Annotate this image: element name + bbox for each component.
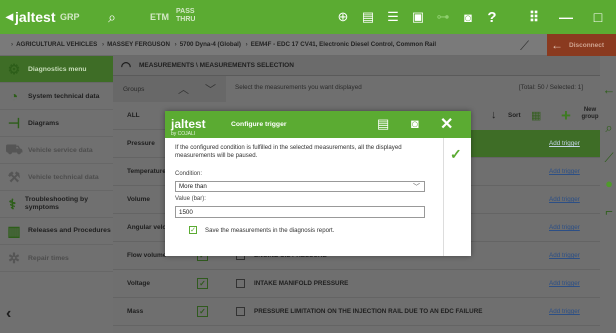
check-circle-icon[interactable]: ●: [602, 176, 616, 191]
procedures-icon: ▥: [7, 222, 21, 239]
grid-icon[interactable]: ⠿: [518, 0, 550, 34]
jaltest-logo: ◂ jaltest: [6, 8, 56, 25]
group-checkbox[interactable]: ✓: [197, 306, 208, 317]
page-title: ◠ MEASUREMENTS \ MEASUREMENTS SELECTION: [113, 56, 600, 76]
camera-icon[interactable]: ◙: [458, 8, 478, 26]
link-icon[interactable]: ⊶: [433, 8, 453, 26]
breadcrumb-item[interactable]: EEM4F - EDC 17 CV41, Electronic Diesel C…: [251, 41, 436, 48]
minimize-icon[interactable]: —: [550, 0, 582, 34]
confirm-check-icon[interactable]: ✓: [450, 146, 462, 163]
pass-thru-button[interactable]: PASS THRU: [176, 8, 198, 24]
diagram-icon: ⊣: [7, 114, 21, 131]
measurement-row[interactable]: INTAKE MANIFOLD PRESSURE Add trigger: [226, 270, 600, 298]
save-measurements-label: Save the measurements in the diagnosis r…: [205, 227, 335, 234]
sort-arrow-icon[interactable]: ↓: [491, 109, 497, 121]
diagnostics-icon: ⚙: [7, 60, 21, 77]
nav-troubleshooting[interactable]: ⚕ Troubleshooting by symptoms: [0, 191, 113, 218]
nav-system-technical-data[interactable]: ◔ System technical data: [0, 83, 113, 110]
selection-count: [Total: 50 / Selected: 1]: [519, 84, 584, 91]
condition-select[interactable]: More than ﹀: [175, 181, 425, 192]
chevron-up-icon[interactable]: ︿: [178, 81, 189, 97]
plus-icon[interactable]: +: [561, 106, 571, 126]
search-icon[interactable]: ⌕: [602, 120, 616, 136]
chart-icon[interactable]: ⟋: [602, 150, 616, 166]
left-nav: ⚙ Diagnostics menu ◔ System technical data…: [0, 56, 113, 333]
configure-trigger-dialog: jaltest by COJALI Configure trigger ▤ ◙ ✕…: [165, 111, 471, 256]
nav-repair-times[interactable]: ✲ Repair times: [0, 245, 113, 272]
sort-button[interactable]: Sort: [508, 112, 521, 119]
dialog-description: If the configured condition is fulfilled…: [175, 144, 402, 159]
add-trigger-link[interactable]: Add trigger: [549, 140, 580, 147]
dialog-body: If the configured condition is fulfilled…: [165, 138, 443, 256]
back-arrow-icon[interactable]: ‹: [6, 305, 11, 323]
save-measurements-checkbox[interactable]: ✓: [189, 226, 197, 234]
gauge-icon: ◠: [120, 58, 132, 73]
gauge-icon: ◔: [9, 88, 19, 104]
select-instructions: Select the measurements you want display…: [235, 84, 362, 91]
car-icon: ⛟: [5, 140, 23, 157]
camera-icon[interactable]: ◙: [411, 116, 419, 131]
nav-vehicle-service-data[interactable]: ⛟ Vehicle service data: [0, 137, 113, 164]
pdf-icon[interactable]: ▤: [377, 116, 389, 132]
top-bar: ◂ jaltest GRP ⌕ ETM PASS THRU ⊕ ▤ ☰ ▣ ⊶ ◙…: [0, 0, 616, 34]
report-icon[interactable]: ▤: [358, 8, 378, 26]
wrench-icon: ⚒: [7, 168, 21, 185]
nav-diagrams[interactable]: ⊣ Diagrams: [0, 110, 113, 137]
breadcrumb-item[interactable]: MASSEY FERGUSON: [107, 41, 170, 48]
add-trigger-link[interactable]: Add trigger: [549, 280, 580, 287]
row-checkbox[interactable]: [236, 307, 245, 316]
add-trigger-link[interactable]: Add trigger: [549, 252, 580, 259]
search-icon[interactable]: ⌕: [102, 8, 122, 26]
row-checkbox[interactable]: [236, 279, 245, 288]
etm-button[interactable]: ETM: [150, 12, 169, 22]
disconnect-button[interactable]: ← Disconnect: [547, 34, 616, 56]
connection-icon: ⟋: [520, 38, 530, 53]
arrow-left-icon: ←: [551, 38, 563, 52]
globe-icon[interactable]: ⊕: [333, 8, 353, 26]
add-trigger-link[interactable]: Add trigger: [549, 196, 580, 203]
breadcrumb-item[interactable]: 5700 Dyna-4 (Global): [180, 41, 241, 48]
nav-vehicle-technical-data[interactable]: ⚒ Vehicle technical data: [0, 164, 113, 191]
measurement-row[interactable]: PRESSURE LIMITATION ON THE INJECTION RAI…: [226, 298, 600, 326]
gear-icon: ✲: [8, 249, 20, 266]
condition-label: Condition:: [175, 171, 203, 177]
group-checkbox[interactable]: ✓: [197, 278, 208, 289]
help-icon[interactable]: ?: [482, 8, 502, 26]
maximize-icon[interactable]: □: [582, 0, 614, 34]
chevron-down-icon: ﹀: [413, 184, 420, 191]
list-icon[interactable]: ☰: [383, 8, 403, 26]
breadcrumb: › AGRICULTURAL VEHICLES › MASSEY FERGUSON …: [11, 41, 437, 48]
breadcrumb-bar: › AGRICULTURAL VEHICLES › MASSEY FERGUSON …: [0, 34, 616, 56]
group-icon[interactable]: ▦: [531, 109, 541, 122]
chevron-down-icon[interactable]: ﹀: [205, 81, 216, 97]
dialog-actions: ✓: [443, 138, 471, 256]
value-label: Value (bar):: [175, 196, 206, 202]
close-icon[interactable]: ✕: [440, 114, 453, 134]
troubleshoot-icon: ⚕: [8, 195, 17, 212]
right-toolbar: ← ⌕ ⟋ ● ⌐: [600, 56, 616, 333]
value-input[interactable]: 1500: [175, 206, 425, 218]
group-item[interactable]: Mass ✓: [113, 298, 226, 326]
jaltest-logo: jaltest by COJALI: [171, 117, 206, 137]
grp-button[interactable]: GRP: [60, 12, 80, 22]
tool-icon[interactable]: ⌐: [602, 204, 616, 219]
group-item[interactable]: Voltage ✓: [113, 270, 226, 298]
inbox-icon[interactable]: ▣: [408, 8, 428, 26]
nav-releases-procedures[interactable]: ▥ Releases and Procedures: [0, 218, 113, 245]
new-group-button[interactable]: New group: [578, 107, 602, 121]
add-trigger-link[interactable]: Add trigger: [549, 308, 580, 315]
add-trigger-link[interactable]: Add trigger: [549, 168, 580, 175]
dialog-title: Configure trigger: [231, 121, 287, 128]
arrow-left-icon[interactable]: ←: [602, 82, 616, 97]
dialog-header: jaltest by COJALI Configure trigger ▤ ◙ ✕: [165, 111, 471, 138]
breadcrumb-item[interactable]: AGRICULTURAL VEHICLES: [16, 41, 97, 48]
add-trigger-link[interactable]: Add trigger: [549, 224, 580, 231]
groups-header: Groups ︿ ﹀: [113, 76, 226, 102]
nav-diagnostics-menu[interactable]: ⚙ Diagnostics menu: [0, 56, 113, 83]
